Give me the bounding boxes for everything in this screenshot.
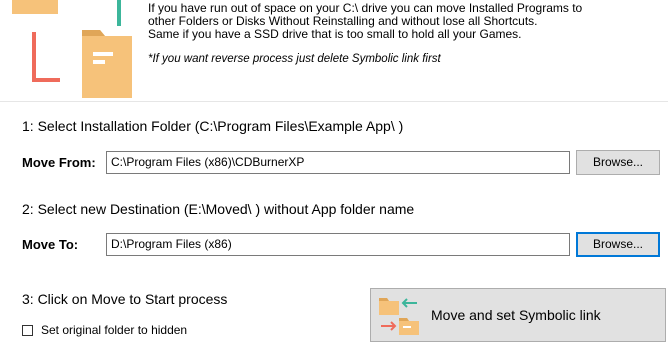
step2-label: 2: Select new Destination (E:\Moved\ ) w… (22, 201, 415, 217)
divider (0, 101, 668, 102)
step1-label: 1: Select Installation Folder (C:\Progra… (22, 118, 404, 134)
move-and-link-button[interactable]: Move and set Symbolic link (370, 288, 666, 342)
move-from-label: Move From: (22, 155, 96, 170)
move-from-browse-button[interactable]: Browse... (576, 150, 660, 175)
hidden-checkbox-row[interactable]: Set original folder to hidden (22, 323, 187, 337)
move-to-browse-button[interactable]: Browse... (576, 232, 660, 257)
move-to-label: Move To: (22, 237, 79, 252)
folder-move-logo-icon (12, 0, 132, 98)
intro-note: *If you want reverse process just delete… (148, 53, 441, 65)
app-window: If you have run out of space on your C:\… (0, 0, 668, 350)
hidden-checkbox[interactable] (22, 324, 33, 336)
hidden-checkbox-label[interactable]: Set original folder to hidden (41, 323, 187, 337)
intro-text: If you have run out of space on your C:\… (148, 2, 648, 66)
intro-line-3: Same if you have a SSD drive that is too… (148, 27, 522, 41)
move-from-input[interactable]: C:\Program Files (x86)\CDBurnerXP (106, 151, 570, 174)
move-and-link-label: Move and set Symbolic link (431, 307, 601, 323)
move-to-input[interactable]: D:\Program Files (x86) (106, 233, 570, 256)
folder-move-icon (379, 298, 419, 335)
step3-label: 3: Click on Move to Start process (22, 291, 228, 307)
